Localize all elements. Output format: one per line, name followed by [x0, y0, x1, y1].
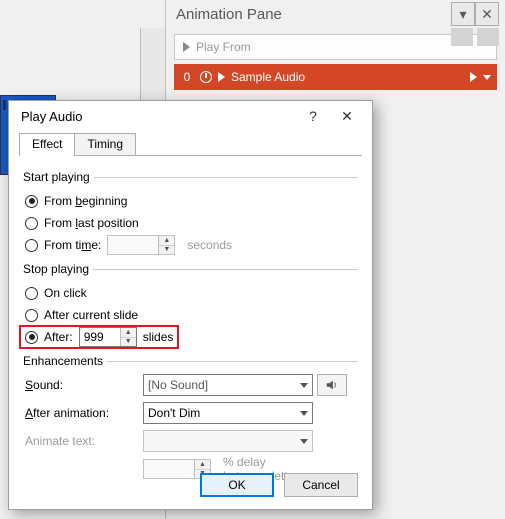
sound-preview-button[interactable] — [317, 374, 347, 396]
chevron-down-icon — [300, 383, 308, 388]
animation-item[interactable]: 0 Sample Audio — [174, 64, 497, 90]
pane-thumb-row — [451, 28, 499, 46]
after-slides-highlight: After: ▲▼ slides — [19, 325, 179, 349]
radio-on-click[interactable] — [25, 287, 38, 300]
ok-button[interactable]: OK — [200, 473, 274, 497]
tab-effect[interactable]: Effect — [19, 133, 75, 156]
radio-after-current-slide-label: After current slide — [44, 308, 138, 322]
help-button[interactable]: ? — [296, 108, 330, 124]
play-icon — [218, 72, 225, 82]
play-icon — [183, 42, 190, 52]
animation-item-label: Sample Audio — [231, 70, 464, 84]
sound-combo[interactable]: [No Sound] — [143, 374, 313, 396]
animate-text-label: Animate text: — [25, 434, 143, 448]
radio-after-current-slide[interactable] — [25, 309, 38, 322]
group-stop-playing: Stop playing On click After current slid… — [23, 262, 358, 348]
from-time-input[interactable] — [108, 236, 158, 254]
chevron-down-icon — [300, 411, 308, 416]
radio-from-last-position[interactable] — [25, 217, 38, 230]
delay-input — [144, 460, 194, 478]
spin-down[interactable]: ▼ — [121, 338, 136, 347]
radio-from-beginning[interactable] — [25, 195, 38, 208]
radio-after-label: After: — [44, 330, 73, 344]
group-enhancements: Enhancements Sound: [No Sound] After ani… — [23, 354, 358, 480]
radio-from-time-label: From time: — [44, 238, 101, 252]
tab-strip: Effect Timing — [9, 133, 372, 156]
pane-close-button[interactable]: ✕ — [475, 2, 499, 26]
animate-text-combo — [143, 430, 313, 452]
animation-item-index: 0 — [180, 70, 194, 84]
close-button[interactable]: ✕ — [330, 108, 364, 125]
after-slides-spinner[interactable]: ▲▼ — [79, 327, 137, 347]
radio-from-last-position-label: From last position — [44, 216, 139, 230]
after-slides-input[interactable] — [80, 328, 120, 346]
group-enhancements-legend: Enhancements — [23, 354, 107, 368]
ruler-edge — [140, 28, 165, 108]
group-stop-playing-legend: Stop playing — [23, 262, 93, 276]
spin-up[interactable]: ▲ — [121, 328, 136, 338]
after-animation-value: Don't Dim — [148, 406, 200, 420]
chevron-down-icon — [483, 75, 491, 80]
from-time-spinner[interactable]: ▲▼ — [107, 235, 175, 255]
spin-up: ▲ — [195, 460, 210, 470]
after-animation-label: After animation: — [25, 406, 143, 420]
play-audio-dialog: Play Audio ? ✕ Effect Timing Start playi… — [8, 100, 373, 510]
play-from-button[interactable]: Play From — [174, 34, 497, 60]
dialog-titlebar[interactable]: Play Audio ? ✕ — [9, 101, 372, 131]
sound-value: [No Sound] — [148, 378, 208, 392]
radio-after-n-slides[interactable] — [25, 331, 38, 344]
sound-label: Sound: — [25, 378, 143, 392]
tab-timing[interactable]: Timing — [74, 133, 136, 156]
animation-pane-title: Animation Pane — [176, 6, 451, 23]
radio-from-beginning-label: From beginning — [44, 194, 127, 208]
spin-down[interactable]: ▼ — [159, 246, 174, 255]
play-from-label: Play From — [196, 40, 251, 54]
group-start-playing-legend: Start playing — [23, 170, 94, 184]
radio-from-time[interactable] — [25, 239, 38, 252]
slides-label: slides — [143, 330, 174, 344]
pane-options-button[interactable]: ▾ — [451, 2, 475, 26]
after-animation-combo[interactable]: Don't Dim — [143, 402, 313, 424]
play-icon — [470, 72, 477, 82]
chevron-down-icon — [300, 439, 308, 444]
clock-icon — [200, 71, 212, 83]
seconds-label: seconds — [187, 238, 232, 252]
spin-up[interactable]: ▲ — [159, 236, 174, 246]
cancel-button[interactable]: Cancel — [284, 473, 358, 497]
group-start-playing: Start playing From beginning From last p… — [23, 170, 358, 256]
speaker-icon — [325, 378, 339, 392]
dialog-title: Play Audio — [21, 109, 296, 124]
radio-on-click-label: On click — [44, 286, 87, 300]
